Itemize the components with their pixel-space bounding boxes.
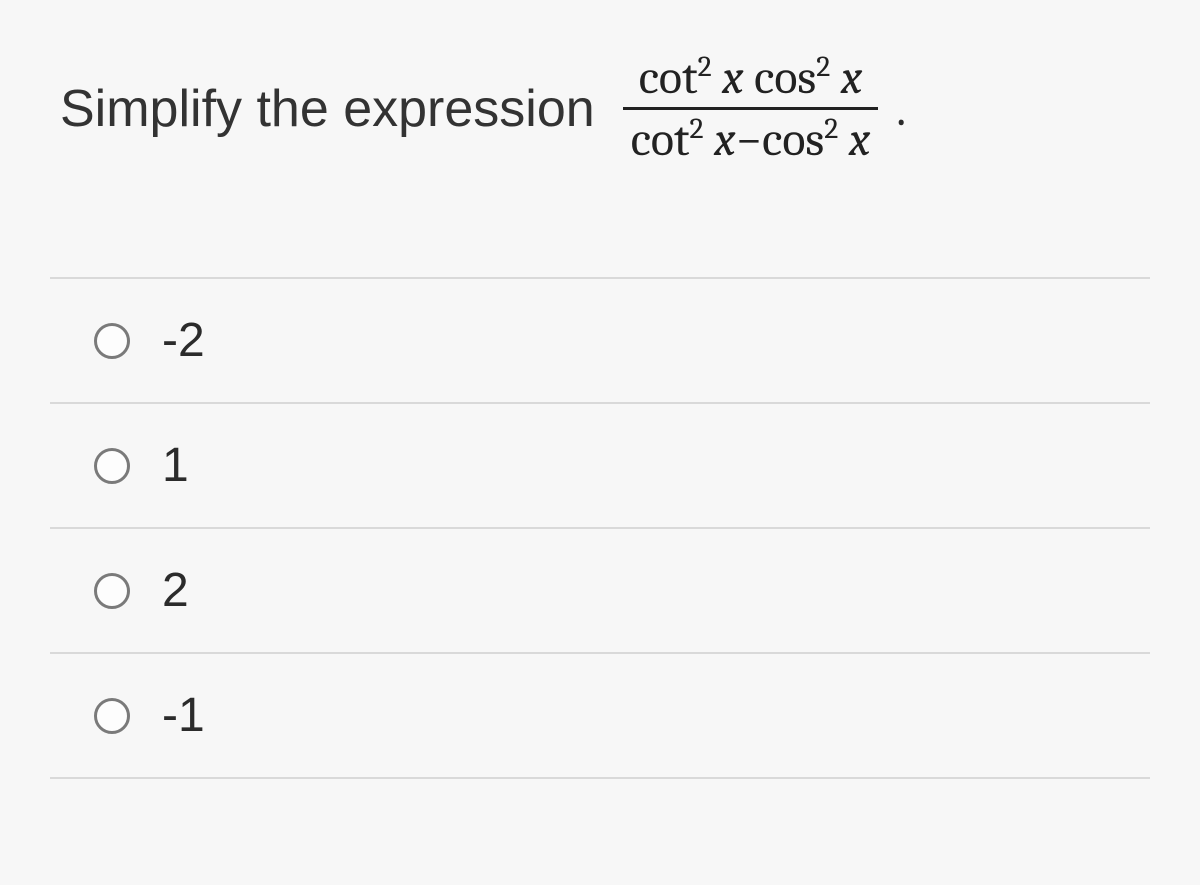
option-label: 2: [162, 563, 189, 618]
question-prompt: Simplify the expression: [60, 79, 595, 139]
option-label: -1: [162, 688, 205, 743]
fraction: cot2 x cos2 x cot2 x−cos2 x: [623, 50, 879, 167]
radio-icon[interactable]: [94, 323, 130, 359]
radio-icon[interactable]: [94, 698, 130, 734]
options-list: -2 1 2 -1: [50, 277, 1150, 779]
fraction-bar: [623, 107, 879, 110]
radio-icon[interactable]: [94, 448, 130, 484]
option-row[interactable]: -2: [50, 277, 1150, 404]
option-row[interactable]: 2: [50, 529, 1150, 654]
fraction-denominator: cot2 x−cos2 x: [623, 112, 879, 167]
option-row[interactable]: -1: [50, 654, 1150, 779]
option-label: -2: [162, 313, 205, 368]
question-row: Simplify the expression cot2 x cos2 x co…: [50, 50, 1150, 167]
option-label: 1: [162, 438, 189, 493]
fraction-numerator: cot2 x cos2 x: [631, 50, 871, 105]
radio-icon[interactable]: [94, 573, 130, 609]
option-row[interactable]: 1: [50, 404, 1150, 529]
trailing-period: .: [896, 82, 906, 137]
